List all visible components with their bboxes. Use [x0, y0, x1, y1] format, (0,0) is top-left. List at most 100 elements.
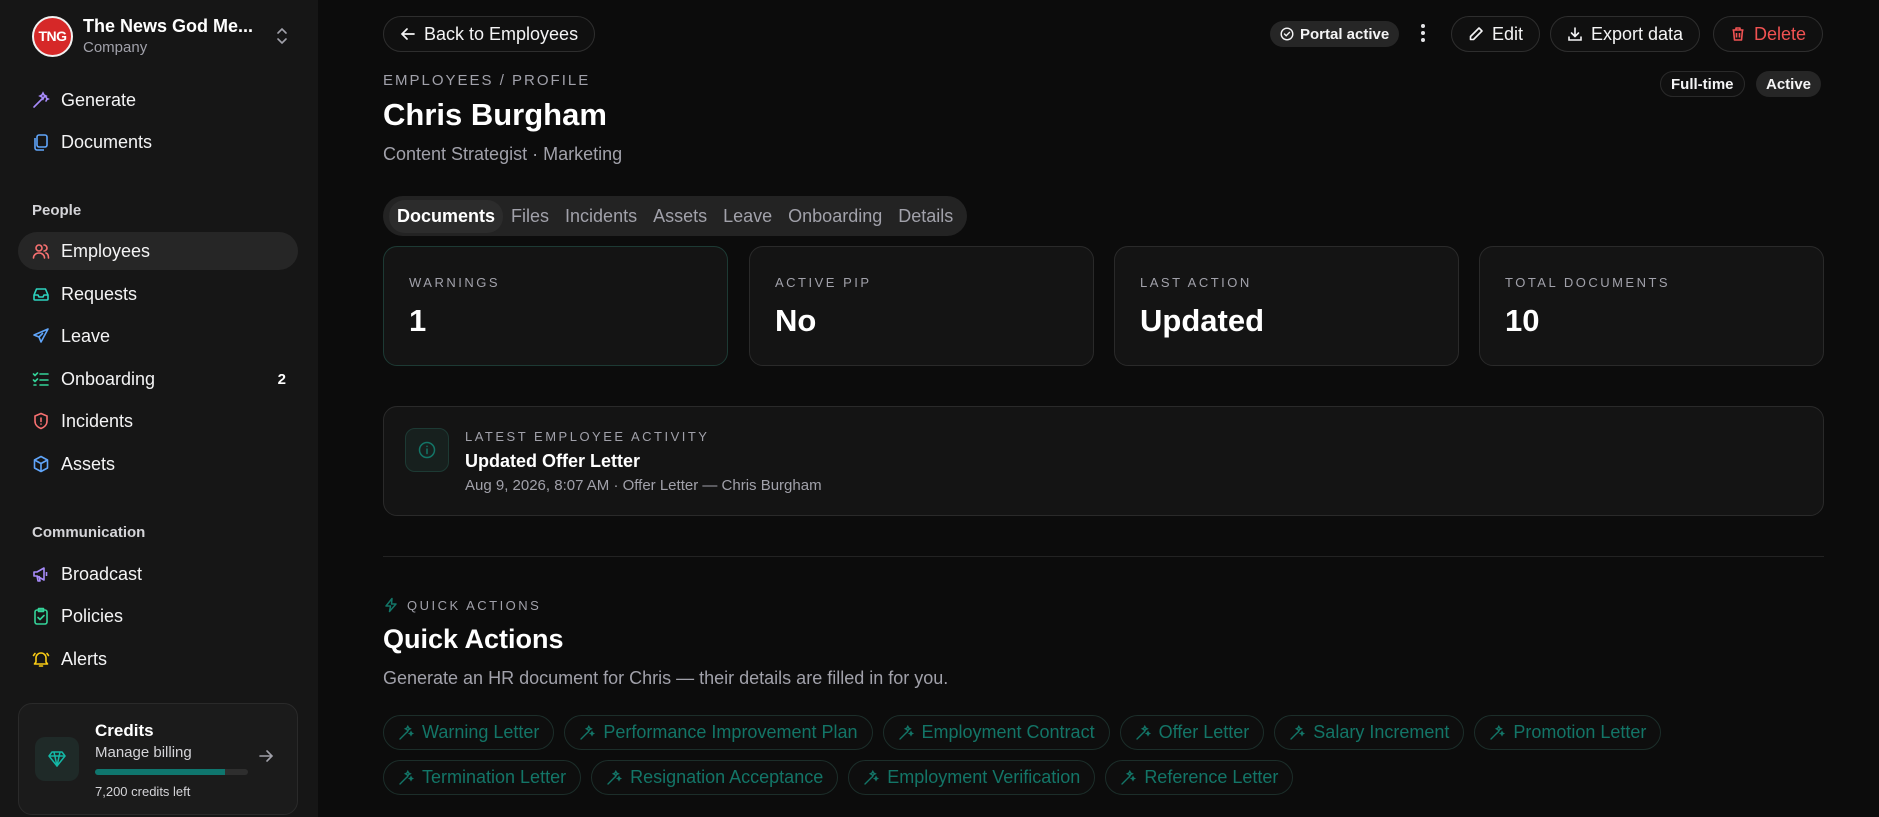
delete-button[interactable]: Delete: [1713, 16, 1824, 52]
quick-action-warning-letter[interactable]: Warning Letter: [383, 715, 555, 750]
portal-status-badge: Portal active: [1270, 21, 1400, 47]
sidebar-item-broadcast[interactable]: Broadcast: [18, 555, 298, 593]
stat-card-active-pip: ACTIVE PIP No: [749, 246, 1094, 366]
stat-card-last-action: LAST ACTION Updated: [1114, 246, 1459, 366]
quick-actions-eyebrow-label: QUICK ACTIONS: [407, 597, 542, 613]
sparkle-wand-icon: [399, 724, 414, 740]
quick-action-reference-letter[interactable]: Reference Letter: [1105, 760, 1294, 795]
portal-status-label: Portal active: [1300, 25, 1390, 43]
quick-action-label: Employment Contract: [921, 722, 1095, 742]
activity-label: LATEST EMPLOYEE ACTIVITY: [465, 429, 710, 444]
arrow-right-icon: [257, 747, 275, 771]
more-options-icon[interactable]: [1417, 20, 1429, 46]
sidebar-item-label: Onboarding: [61, 368, 156, 389]
chevron-up-down-icon: [276, 27, 288, 45]
profile-tabs: Documents Files Incidents Assets Leave O…: [383, 196, 968, 236]
tab-documents[interactable]: Documents: [389, 199, 504, 233]
clipboard-check-icon: [31, 606, 51, 626]
sidebar-item-assets[interactable]: Assets: [18, 445, 298, 483]
credits-remaining: 7,200 credits left: [95, 784, 191, 799]
latest-activity-card: LATEST EMPLOYEE ACTIVITY Updated Offer L…: [383, 406, 1824, 516]
wand-icon: [31, 90, 51, 110]
sidebar-item-employees[interactable]: Employees: [18, 232, 298, 270]
credits-card[interactable]: Credits Manage billing 7,200 credits lef…: [18, 703, 298, 815]
quick-action-offer-letter[interactable]: Offer Letter: [1119, 715, 1265, 750]
sidebar-item-policies[interactable]: Policies: [18, 597, 298, 635]
sidebar-item-incidents[interactable]: Incidents: [18, 402, 298, 440]
stat-label: WARNINGS: [409, 275, 501, 290]
manage-billing-link[interactable]: Manage billing: [95, 744, 192, 761]
export-label: Export data: [1591, 23, 1684, 44]
sidebar-item-onboarding[interactable]: Onboarding 2: [18, 360, 298, 398]
stat-value: 1: [409, 303, 427, 338]
company-logo: TNG: [32, 15, 73, 57]
quick-action-salary-increment[interactable]: Salary Increment: [1274, 715, 1465, 750]
quick-action-resignation-acceptance[interactable]: Resignation Acceptance: [591, 760, 839, 795]
quick-action-employment-verification[interactable]: Employment Verification: [848, 760, 1096, 795]
quick-action-termination-letter[interactable]: Termination Letter: [383, 760, 582, 795]
sidebar-item-label: Leave: [61, 325, 111, 346]
shield-alert-icon: [31, 411, 51, 431]
sidebar-item-label: Requests: [61, 283, 138, 304]
sparkle-wand-icon: [580, 724, 596, 740]
company-name: The News God Me...: [83, 16, 254, 36]
workspace-switcher[interactable]: TNG The News God Me... Company: [32, 15, 288, 57]
back-to-employees-button[interactable]: Back to Employees: [383, 16, 596, 52]
quick-action-performance-improvement-plan[interactable]: Performance Improvement Plan: [564, 715, 873, 750]
tab-onboarding[interactable]: Onboarding: [780, 200, 890, 233]
quick-actions-description: Generate an HR document for Chris — thei…: [383, 668, 949, 688]
quick-actions-eyebrow: QUICK ACTIONS: [383, 597, 541, 613]
tab-leave[interactable]: Leave: [715, 200, 780, 233]
arrow-left-icon: [400, 28, 415, 40]
section-people: People: [32, 202, 82, 219]
quick-action-promotion-letter[interactable]: Promotion Letter: [1474, 715, 1662, 750]
tab-files[interactable]: Files: [503, 200, 557, 233]
activity-title: Updated Offer Letter: [465, 451, 641, 471]
checklist-icon: [31, 369, 51, 389]
sparkle-wand-icon: [607, 769, 623, 785]
sparkle-wand-icon: [1121, 769, 1137, 785]
edit-button[interactable]: Edit: [1451, 16, 1541, 52]
onboarding-count-badge: 2: [277, 370, 286, 388]
trash-icon: [1732, 27, 1744, 41]
stat-card-total-documents: TOTAL DOCUMENTS 10: [1479, 246, 1824, 366]
company-type: Company: [83, 39, 148, 56]
sidebar-item-label: Broadcast: [61, 563, 143, 584]
documents-icon: [31, 132, 51, 152]
sidebar-item-label: Alerts: [61, 648, 108, 669]
box-icon: [31, 454, 51, 474]
gem-icon: [35, 737, 79, 781]
stat-value: 10: [1505, 303, 1540, 338]
back-label: Back to Employees: [424, 23, 579, 44]
export-data-button[interactable]: Export data: [1550, 16, 1701, 52]
edit-label: Edit: [1492, 23, 1524, 44]
tab-assets[interactable]: Assets: [645, 200, 715, 233]
sidebar-item-documents[interactable]: Documents: [18, 123, 298, 161]
stat-card-warnings: WARNINGS 1: [383, 246, 728, 366]
sidebar-item-leave[interactable]: Leave: [18, 317, 298, 355]
sidebar-item-requests[interactable]: Requests: [18, 275, 298, 313]
users-icon: [31, 241, 51, 261]
sparkle-wand-icon: [1290, 724, 1306, 740]
quick-action-employment-contract[interactable]: Employment Contract: [882, 715, 1110, 750]
stat-label: ACTIVE PIP: [775, 275, 872, 290]
check-circle-icon: [1280, 27, 1294, 41]
sidebar-item-generate[interactable]: Generate: [18, 81, 298, 119]
employment-type-badge: Full-time: [1660, 71, 1745, 97]
info-icon: [405, 428, 449, 472]
sidebar-item-alerts[interactable]: Alerts: [18, 640, 298, 678]
section-divider: [383, 556, 1824, 557]
credits-progress-fill: [95, 769, 226, 775]
section-communication: Communication: [32, 524, 146, 541]
stat-label: TOTAL DOCUMENTS: [1505, 275, 1671, 290]
bell-icon: [31, 649, 51, 669]
sidebar-item-label: Generate: [61, 89, 137, 110]
tab-incidents[interactable]: Incidents: [557, 200, 645, 233]
stat-value: No: [775, 303, 817, 338]
quick-action-label: Promotion Letter: [1513, 722, 1647, 742]
sidebar-item-label: Assets: [61, 453, 116, 474]
inbox-icon: [31, 284, 51, 304]
tab-details[interactable]: Details: [890, 200, 961, 233]
pencil-icon: [1469, 27, 1483, 41]
page-title: Chris Burgham: [383, 97, 607, 132]
